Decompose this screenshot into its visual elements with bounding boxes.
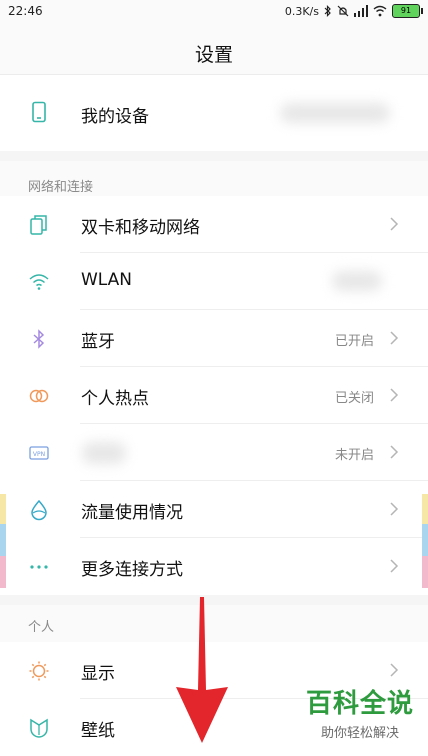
watermark-title: 百科全说 bbox=[305, 689, 414, 719]
vpn-status: 未开启 bbox=[334, 448, 374, 463]
bluetooth-label: 蓝牙 bbox=[81, 332, 115, 352]
display-label: 显示 bbox=[81, 664, 115, 684]
wifi-icon bbox=[29, 274, 49, 290]
more-connections-icon bbox=[30, 565, 48, 569]
chevron-right-icon bbox=[390, 502, 399, 516]
svg-text:VPN: VPN bbox=[33, 451, 45, 458]
bluetooth-status: 已开启 bbox=[334, 334, 374, 349]
section-title-network: 网络和连接 bbox=[28, 180, 94, 195]
section-gap bbox=[0, 151, 428, 161]
bluetooth-status-icon bbox=[324, 5, 331, 17]
my-device-label: 我的设备 bbox=[81, 107, 149, 127]
chevron-right-icon bbox=[390, 559, 399, 573]
mute-icon bbox=[337, 5, 349, 17]
status-time: 22:46 bbox=[8, 4, 43, 18]
wifi-status-icon bbox=[373, 5, 387, 17]
display-icon bbox=[29, 661, 49, 681]
network-speed: 0.3K/s bbox=[284, 4, 319, 18]
edge-strip-yellow bbox=[0, 494, 6, 524]
dual-sim-icon bbox=[30, 215, 47, 235]
status-icons: 0.3K/s 91 bbox=[284, 4, 423, 18]
hotspot-label: 个人热点 bbox=[81, 389, 149, 409]
watermark-subtitle: 助你轻松解决 bbox=[320, 726, 399, 741]
data-usage-item[interactable]: 流量使用情况 bbox=[0, 481, 428, 538]
chevron-right-icon bbox=[390, 217, 399, 231]
edge-strip-yellow bbox=[422, 494, 428, 524]
status-bar: 22:46 0.3K/s 91 bbox=[0, 0, 428, 26]
more-connections-item[interactable]: 更多连接方式 bbox=[0, 538, 428, 595]
chevron-right-icon bbox=[390, 331, 399, 345]
hotspot-status: 已关闭 bbox=[334, 391, 374, 406]
hotspot-icon bbox=[29, 389, 49, 403]
wlan-item[interactable]: WLAN bbox=[0, 253, 428, 310]
battery-icon: 91 bbox=[392, 4, 423, 18]
bluetooth-item[interactable]: 蓝牙 已开启 bbox=[0, 310, 428, 367]
blurred-vpn-label bbox=[82, 442, 126, 464]
section-title-personal: 个人 bbox=[28, 620, 55, 635]
my-device-item[interactable]: 我的设备 bbox=[0, 75, 428, 151]
blurred-wifi-name bbox=[332, 271, 382, 291]
vpn-item[interactable]: VPN 未开启 bbox=[0, 424, 428, 481]
more-connections-label: 更多连接方式 bbox=[81, 560, 183, 580]
edge-strip-blue bbox=[422, 524, 428, 556]
phone-icon bbox=[32, 101, 46, 123]
data-usage-label: 流量使用情况 bbox=[81, 503, 183, 523]
edge-strip-blue bbox=[0, 524, 6, 556]
scroll-down-arrow-icon bbox=[176, 597, 228, 743]
blurred-device-name bbox=[280, 103, 390, 123]
page-title: 设置 bbox=[194, 44, 233, 66]
wallpaper-icon bbox=[30, 718, 48, 738]
signal-icon bbox=[354, 5, 368, 17]
bluetooth-icon bbox=[33, 329, 45, 349]
vpn-icon: VPN bbox=[29, 446, 49, 460]
chevron-right-icon bbox=[390, 388, 399, 402]
wallpaper-label: 壁纸 bbox=[81, 721, 115, 741]
dual-sim-label: 双卡和移动网络 bbox=[81, 218, 200, 238]
watermark: 百科全说 助你轻松解决 bbox=[306, 683, 414, 741]
edge-strip-pink bbox=[0, 556, 6, 588]
wlan-label: WLAN bbox=[81, 270, 133, 290]
chevron-right-icon bbox=[390, 663, 399, 677]
hotspot-item[interactable]: 个人热点 已关闭 bbox=[0, 367, 428, 424]
data-usage-icon bbox=[31, 499, 47, 521]
title-bar: 设置 bbox=[0, 26, 428, 75]
dual-sim-item[interactable]: 双卡和移动网络 bbox=[0, 196, 428, 253]
chevron-right-icon bbox=[390, 445, 399, 459]
edge-strip-pink bbox=[422, 556, 428, 588]
